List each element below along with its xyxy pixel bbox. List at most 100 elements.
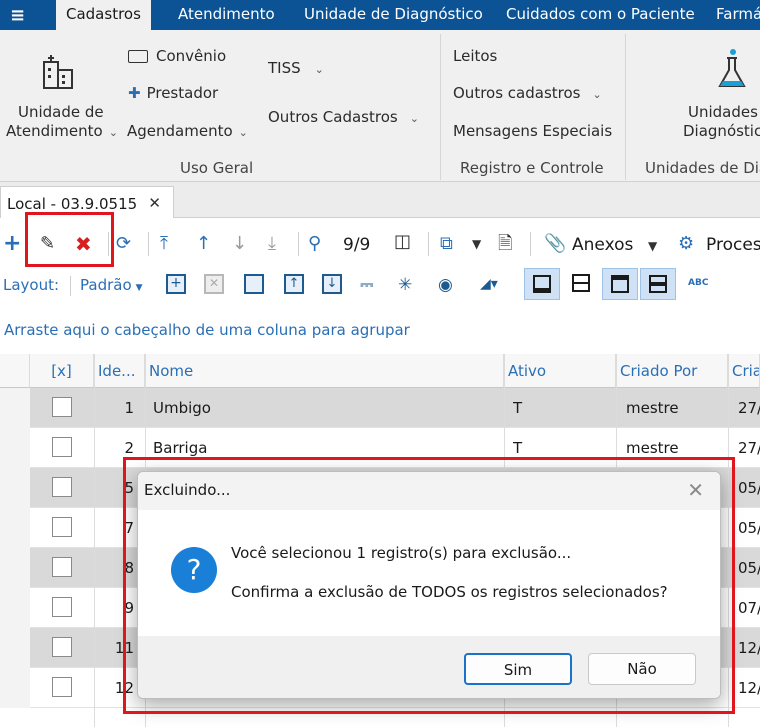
cell-criado-em: 12/ [738,639,760,657]
tiss-button[interactable]: TISS ⌄ [268,59,324,77]
document-tab-bar: Local - 03.9.0515 ✕ [0,182,760,218]
group-label-registro: Registro e Controle [460,159,604,177]
document-tab-label: Local - 03.9.0515 [7,195,138,213]
add-row-icon[interactable]: + [166,274,186,294]
row-select-checkbox[interactable] [52,637,72,657]
row-indicator[interactable] [0,588,30,628]
highlight-edit-delete [25,212,114,267]
row-select-checkbox[interactable] [52,437,72,457]
prestador-button[interactable]: ✚ Prestador [128,84,218,102]
table-row[interactable]: 1 Umbigo Tmestre 27/ [0,388,760,428]
prestador-label: Prestador [146,84,219,102]
row-indicator[interactable] [0,548,30,588]
row-indicator[interactable] [0,628,30,668]
unidades-label-2[interactable]: Diagnóstico [683,122,760,140]
unidade-atendimento-button[interactable]: Atendimento ⌄ [6,122,118,140]
unidades-label-1[interactable]: Unidades [688,103,758,121]
column-header-criado-por[interactable]: Criado Por [616,354,728,388]
cell-criado-em: 05/ [738,479,760,497]
chevron-down-icon: ⌄ [592,88,602,101]
cell-criado-em: 07/ [738,599,760,617]
row-select-checkbox[interactable] [52,397,72,417]
close-icon[interactable]: ✕ [148,194,161,212]
toolbar-separator [70,276,71,296]
tab-atendimento[interactable]: Atendimento [168,0,285,30]
row-indicator[interactable] [0,428,30,468]
column-header-nome[interactable]: Nome [145,354,504,388]
row-select-checkbox[interactable] [52,677,72,697]
convenio-button[interactable]: Convênio [128,47,226,65]
row-select-checkbox[interactable] [52,597,72,617]
toolbar-separator [148,232,149,256]
building-icon [38,52,78,92]
ribbon-separator [625,34,626,180]
row-indicator[interactable] [0,508,30,548]
layout-split-icon[interactable] [564,268,600,300]
next-record-icon[interactable]: ↓ [232,234,247,254]
chevron-down-icon[interactable]: ▼ [472,234,481,254]
group-label-unidades: Unidades de Dia [645,159,760,177]
columns-icon[interactable]: ◫ [394,232,411,252]
cell-criado-por: mestre [626,399,679,417]
pin-icon[interactable]: ✳ [398,275,418,295]
spellcheck-icon[interactable]: ABC [688,278,708,288]
move-up-icon[interactable]: ↑ [284,274,304,294]
column-divider [94,354,95,727]
outros-cadastros-label: Outros cadastros [453,84,581,102]
toolbar: + ✎ ✖ ⟳ ⤒ ↑ ↓ ⤓ ⚲ 9/9 ◫ ⧉ ▼ 🗎 📎 Anexos ▼… [0,218,760,274]
export-icon[interactable]: ⧉ [440,234,453,254]
layout-middle-icon[interactable] [640,268,676,300]
undo-layout-icon[interactable] [244,274,264,294]
toolbar-separator [298,232,299,256]
tab-cuidados-paciente[interactable]: Cuidados com o Paciente [496,0,705,30]
tab-farmacia[interactable]: Farmá [706,0,760,30]
shapes-icon[interactable]: ◉ [438,275,460,295]
row-indicator[interactable] [0,468,30,508]
document-icon[interactable]: 🗎 [498,234,512,254]
layout-top-icon[interactable] [602,268,638,300]
cell-nome: Umbigo [153,399,211,417]
row-indicator[interactable] [0,388,30,428]
tab-cadastros[interactable]: Cadastros [56,0,151,30]
unidade-atendimento-label-1[interactable]: Unidade de [18,103,104,121]
mensagens-especiais-button[interactable]: Mensagens Especiais [453,122,612,140]
chevron-down-icon: ▼ [135,283,143,293]
last-record-icon[interactable]: ⤓ [268,234,276,254]
move-down-icon[interactable]: ↓ [322,274,342,294]
row-select-checkbox[interactable] [52,557,72,577]
chart-icon[interactable]: ◢▾ [480,276,516,296]
layout-select[interactable]: Padrão ▼ [80,276,143,294]
toolbar-separator [428,232,429,256]
chevron-down-icon: ⌄ [314,63,324,76]
row-select-checkbox[interactable] [52,477,72,497]
row-select-checkbox[interactable] [52,517,72,537]
leitos-button[interactable]: Leitos [453,47,497,65]
search-icon[interactable]: ⚲ [308,234,321,254]
app-menu-icon[interactable]: ≡ [10,5,32,26]
chevron-down-icon[interactable]: ▼ [648,236,657,256]
refresh-icon[interactable]: ⟳ [116,234,131,254]
flask-icon [714,48,750,92]
row-indicator[interactable] [0,668,30,708]
toolbar-separator [530,232,531,256]
column-header-id[interactable]: Ide... [94,354,145,388]
group-by-panel[interactable]: Arraste aqui o cabeçalho de uma coluna p… [4,321,410,339]
column-header-criado-em[interactable]: Cria [728,354,760,388]
layout-bottom-icon[interactable] [524,268,560,300]
paperclip-icon: 📎 [544,233,567,254]
column-header-select[interactable]: [x] [30,354,94,388]
paint-roller-icon[interactable]: ⎓ [360,275,380,295]
tiss-label: TISS [268,59,301,77]
processos-button[interactable]: Proces [706,235,760,255]
column-header-ativo[interactable]: Ativo [504,354,616,388]
previous-record-icon[interactable]: ↑ [196,234,211,254]
outros-cadastros-button[interactable]: Outros cadastros ⌄ [453,84,602,102]
agendamento-button[interactable]: Agendamento ⌄ [127,122,248,140]
tab-unidade-diagnostico[interactable]: Unidade de Diagnóstico [294,0,493,30]
highlight-dialog [123,457,735,714]
first-record-icon[interactable]: ⤒ [160,234,168,254]
outros-cadastros-main-button[interactable]: Outros Cadastros ⌄ [268,108,419,126]
anexos-button[interactable]: Anexos [572,235,633,255]
remove-row-icon[interactable]: ✕ [204,274,224,294]
add-icon[interactable]: + [3,233,21,255]
